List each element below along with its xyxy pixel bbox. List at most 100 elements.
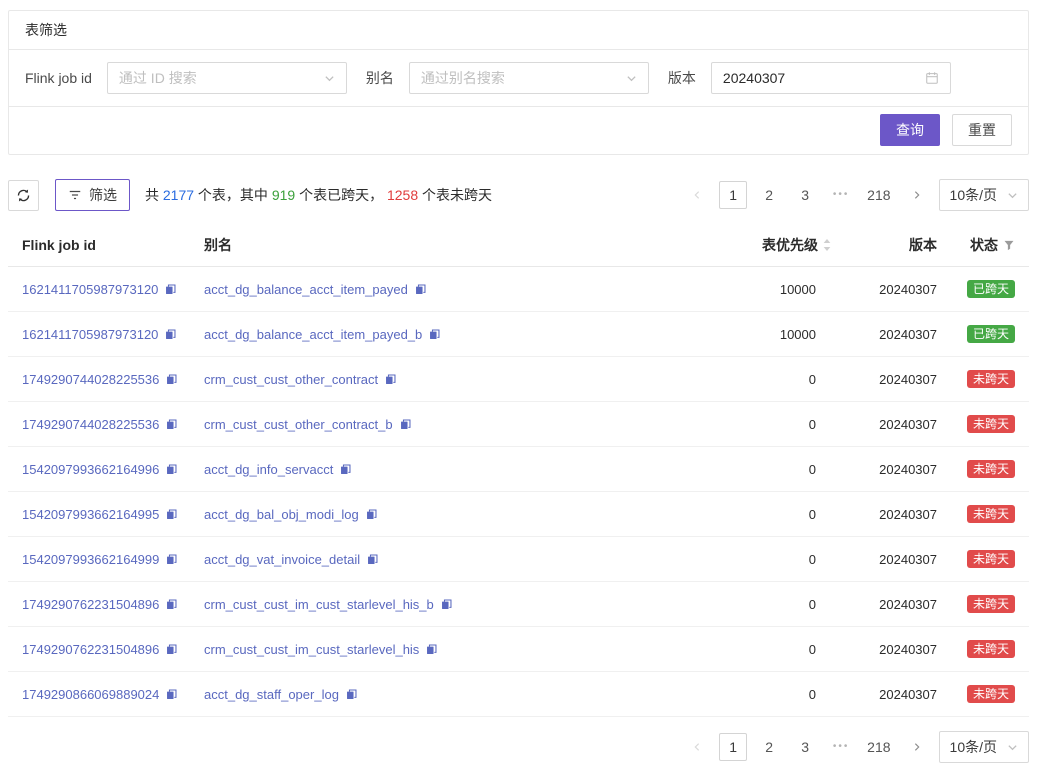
copy-icon[interactable]: [165, 688, 178, 701]
alias-link[interactable]: acct_dg_bal_obj_modi_log: [204, 507, 359, 522]
filter-row: Flink job id 通过 ID 搜索 别名 通过别名搜索 版本 20240…: [9, 50, 1028, 107]
alias-link[interactable]: acct_dg_staff_oper_log: [204, 687, 339, 702]
table-row: 1749290762231504896 crm_cust_cust_im_cus…: [8, 582, 1029, 627]
chevron-down-icon: [626, 73, 637, 84]
copy-icon[interactable]: [414, 283, 427, 296]
copy-icon[interactable]: [164, 328, 177, 341]
pagination-top: 1 2 3 ••• 218 10条/页: [683, 179, 1029, 211]
copy-icon[interactable]: [165, 418, 178, 431]
copy-icon[interactable]: [165, 463, 178, 476]
priority-cell: 0: [682, 417, 832, 432]
priority-cell: 0: [682, 687, 832, 702]
job-id-link[interactable]: 1749290744028225536: [22, 372, 159, 387]
page-button-last[interactable]: 218: [863, 733, 894, 761]
next-page-button[interactable]: [903, 733, 931, 761]
job-id-link[interactable]: 1542097993662164996: [22, 462, 159, 477]
copy-icon[interactable]: [365, 508, 378, 521]
page-button-last[interactable]: 218: [863, 181, 894, 209]
query-button[interactable]: 查询: [880, 114, 940, 146]
status-badge: 未跨天: [967, 460, 1015, 478]
copy-icon[interactable]: [345, 688, 358, 701]
job-id-link[interactable]: 1749290762231504896: [22, 597, 159, 612]
flink-job-id-select[interactable]: 通过 ID 搜索: [107, 62, 347, 94]
copy-icon[interactable]: [384, 373, 397, 386]
copy-icon[interactable]: [165, 643, 178, 656]
alias-link[interactable]: crm_cust_cust_other_contract: [204, 372, 378, 387]
page-button-2[interactable]: 2: [755, 181, 783, 209]
priority-cell: 0: [682, 552, 832, 567]
job-id-link[interactable]: 1542097993662164995: [22, 507, 159, 522]
column-header-priority-label: 表优先级: [762, 235, 818, 255]
column-header-version: 版本: [832, 235, 937, 255]
page-button-3[interactable]: 3: [791, 733, 819, 761]
summary-crossed-count: 919: [272, 187, 295, 203]
copy-icon[interactable]: [339, 463, 352, 476]
page-ellipsis[interactable]: •••: [827, 733, 855, 761]
copy-icon[interactable]: [165, 508, 178, 521]
job-id-link[interactable]: 1749290762231504896: [22, 642, 159, 657]
refresh-button[interactable]: [8, 180, 39, 211]
version-cell: 20240307: [832, 597, 937, 612]
alias-link[interactable]: acct_dg_balance_acct_item_payed: [204, 282, 408, 297]
column-header-alias: 别名: [204, 235, 682, 255]
filter-toggle-button[interactable]: 筛选: [55, 179, 130, 211]
page-ellipsis[interactable]: •••: [827, 181, 855, 209]
calendar-icon: [925, 71, 939, 85]
filter-funnel-icon[interactable]: [1003, 239, 1015, 251]
version-label: 版本: [668, 68, 696, 88]
copy-icon[interactable]: [366, 553, 379, 566]
alias-link[interactable]: acct_dg_balance_acct_item_payed_b: [204, 327, 422, 342]
priority-cell: 0: [682, 507, 832, 522]
version-cell: 20240307: [832, 327, 937, 342]
version-date-value: 20240307: [723, 70, 785, 86]
version-cell: 20240307: [832, 507, 937, 522]
status-badge: 已跨天: [967, 325, 1015, 343]
job-id-link[interactable]: 1621411705987973120: [22, 282, 158, 297]
prev-page-button[interactable]: [683, 181, 711, 209]
page-button-2[interactable]: 2: [755, 733, 783, 761]
table-row: 1542097993662164999 acct_dg_vat_invoice_…: [8, 537, 1029, 582]
alias-link[interactable]: acct_dg_vat_invoice_detail: [204, 552, 360, 567]
column-header-priority[interactable]: 表优先级: [682, 235, 832, 255]
copy-icon[interactable]: [164, 283, 177, 296]
alias-link[interactable]: acct_dg_info_servacct: [204, 462, 333, 477]
table-row: 1749290744028225536 crm_cust_cust_other_…: [8, 402, 1029, 447]
job-id-link[interactable]: 1749290866069889024: [22, 687, 159, 702]
page-button-3[interactable]: 3: [791, 181, 819, 209]
copy-icon[interactable]: [165, 373, 178, 386]
copy-icon[interactable]: [165, 598, 178, 611]
summary-mid1: 个表，其中: [194, 187, 272, 203]
filter-item-version: 版本 20240307: [668, 62, 951, 94]
copy-icon[interactable]: [440, 598, 453, 611]
page-button-1[interactable]: 1: [719, 733, 747, 761]
status-badge: 未跨天: [967, 370, 1015, 388]
job-id-link[interactable]: 1749290744028225536: [22, 417, 159, 432]
copy-icon[interactable]: [399, 418, 412, 431]
table-row: 1621411705987973120 acct_dg_balance_acct…: [8, 267, 1029, 312]
sorter-icon: [822, 238, 832, 252]
reset-button[interactable]: 重置: [952, 114, 1012, 146]
copy-icon[interactable]: [425, 643, 438, 656]
alias-link[interactable]: crm_cust_cust_other_contract_b: [204, 417, 393, 432]
pagination-bottom: 1 2 3 ••• 218 10条/页: [683, 731, 1029, 763]
job-id-link[interactable]: 1621411705987973120: [22, 327, 158, 342]
chevron-left-icon: [692, 190, 702, 200]
next-page-button[interactable]: [903, 181, 931, 209]
page-size-select[interactable]: 10条/页: [939, 731, 1029, 763]
flink-job-id-placeholder: 通过 ID 搜索: [119, 68, 197, 88]
copy-icon[interactable]: [428, 328, 441, 341]
job-id-link[interactable]: 1542097993662164999: [22, 552, 159, 567]
priority-cell: 0: [682, 642, 832, 657]
summary-not-crossed-count: 1258: [387, 187, 418, 203]
page-size-select[interactable]: 10条/页: [939, 179, 1029, 211]
chevron-left-icon: [692, 742, 702, 752]
column-header-flink-job-id: Flink job id: [8, 237, 204, 253]
page-button-1[interactable]: 1: [719, 181, 747, 209]
alias-link[interactable]: crm_cust_cust_im_cust_starlevel_his_b: [204, 597, 434, 612]
alias-link[interactable]: crm_cust_cust_im_cust_starlevel_his: [204, 642, 419, 657]
alias-select[interactable]: 通过别名搜索: [409, 62, 649, 94]
version-date-input[interactable]: 20240307: [711, 62, 951, 94]
copy-icon[interactable]: [165, 553, 178, 566]
flink-job-id-label: Flink job id: [25, 70, 92, 86]
prev-page-button[interactable]: [683, 733, 711, 761]
